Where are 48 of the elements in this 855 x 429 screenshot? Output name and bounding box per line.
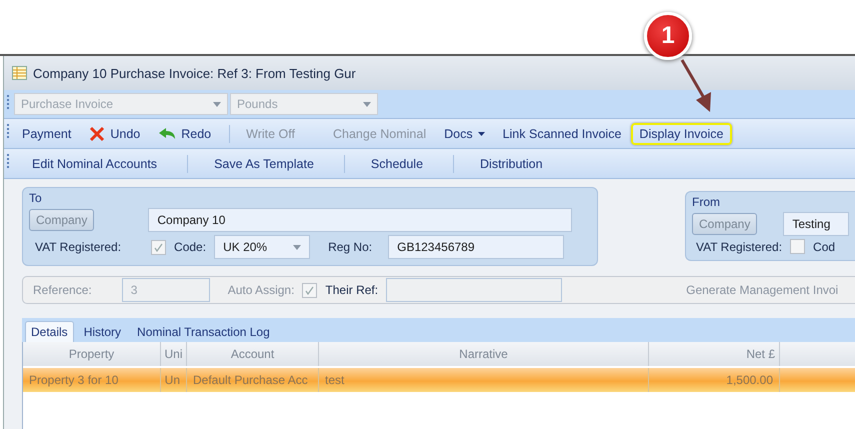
auto-assign-label: Auto Assign: (228, 283, 294, 297)
code-label: Cod (813, 240, 836, 254)
reference-label: Reference: (33, 283, 92, 297)
table-cell: Un (161, 368, 187, 392)
toolbar-button[interactable]: Redo (150, 122, 220, 144)
toolbar-button[interactable]: Docs (436, 122, 493, 144)
caret-icon (293, 244, 302, 250)
table-cell: 1,500.00 (649, 368, 780, 392)
reg-no-label: Reg No: (328, 240, 372, 254)
toolbar-button[interactable]: Payment (14, 122, 80, 144)
table-icon (12, 66, 27, 80)
code-label: Code: (174, 240, 206, 254)
vat-code-dropdown[interactable]: UK 20% (214, 235, 310, 259)
toolbar-button[interactable]: Schedule (352, 152, 442, 174)
caret-icon (363, 102, 371, 106)
caret-icon (213, 102, 221, 106)
toolbar-button[interactable]: Save As Template (196, 152, 332, 174)
toolbar-button[interactable]: Undo (81, 122, 148, 146)
pointer-arrow (680, 58, 714, 114)
their-ref-field[interactable] (386, 278, 562, 302)
caret-icon (478, 132, 485, 136)
toolbar-button[interactable]: Link Scanned Invoice (494, 122, 630, 144)
back-arrow-icon (158, 126, 176, 140)
toolbar-button[interactable]: Distribution (462, 152, 561, 174)
check-icon (154, 242, 164, 252)
tab[interactable]: History (78, 321, 128, 342)
company-name-field[interactable]: Company 10 (148, 208, 572, 232)
their-ref-label: Their Ref: (325, 283, 378, 297)
panel-title: To (29, 191, 43, 205)
checkbox[interactable] (790, 239, 806, 254)
close-icon (89, 126, 106, 142)
window-title: Company 10 Purchase Invoice: Ref 3: From Testing Gur (33, 66, 356, 80)
vat-label: VAT Registered: (696, 240, 782, 254)
vat-label: VAT Registered: (35, 240, 122, 254)
table-cell: test (319, 368, 649, 392)
company-name-field[interactable]: Testing (783, 212, 849, 236)
tab[interactable]: Details (25, 321, 74, 342)
table-cell: Default Purchase Acc (187, 368, 319, 392)
tab[interactable]: Nominal Transaction Log (131, 321, 276, 342)
toolbar-button[interactable]: Display Invoice (631, 122, 732, 144)
checkbox[interactable] (302, 282, 318, 298)
step-number-marker: 1 (644, 12, 692, 60)
check-icon (305, 286, 314, 294)
panel-title: From (692, 195, 721, 209)
table-cell: Property 3 for 10 (23, 368, 161, 392)
toolbar-button[interactable]: Edit Nominal Accounts (14, 152, 176, 174)
checkbox[interactable] (151, 240, 166, 254)
reg-no-field[interactable]: GB123456789 (388, 235, 564, 259)
